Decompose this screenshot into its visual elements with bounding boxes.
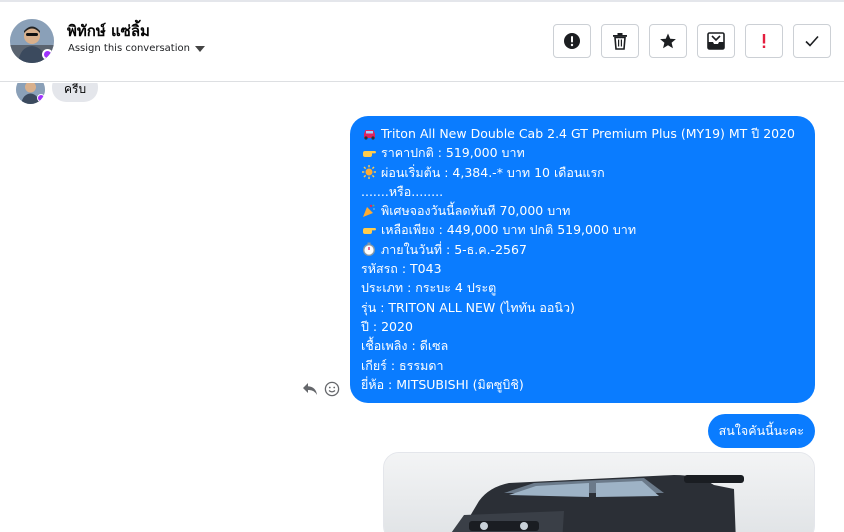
message-line: .......หรือ........ <box>361 182 805 201</box>
conversation-header: พิทักษ์ แซ่ลิ้ม Assign this conversation <box>0 0 844 82</box>
archive-icon <box>707 32 725 50</box>
message-line-text: เกียร์ : ธรรมดา <box>361 357 444 373</box>
message-line: ราคาปกติ : 519,000 บาท <box>361 143 805 162</box>
conversation-actions <box>553 24 831 58</box>
message-line: Triton All New Double Cab 2.4 GT Premium… <box>361 124 805 143</box>
message-line-text: ภายในวันที่ : 5-ธ.ค.-2567 <box>381 241 527 257</box>
message-line: เชื้อเพลิง : ดีเซล <box>361 336 805 355</box>
message-line-text: .......หรือ........ <box>361 183 444 199</box>
mark-done-button[interactable] <box>793 24 831 58</box>
star-button[interactable] <box>649 24 687 58</box>
incoming-message[interactable]: ครีบ <box>52 83 99 102</box>
mark-spam-button[interactable] <box>553 24 591 58</box>
messenger-badge-icon <box>37 94 45 102</box>
reply-icon[interactable] <box>302 382 318 396</box>
car-icon <box>361 127 377 141</box>
exclamation-icon <box>762 34 766 48</box>
assign-label: Assign this conversation <box>68 43 190 54</box>
message-line-text: ปี : 2020 <box>361 318 413 334</box>
checkmark-icon <box>805 35 819 47</box>
message-line: ภายในวันที่ : 5-ธ.ค.-2567 <box>361 240 805 259</box>
sun-icon <box>361 165 377 180</box>
message-line: ปี : 2020 <box>361 317 805 336</box>
pickup-truck-photo-icon <box>384 453 814 532</box>
message-line: ผ่อนเริ่มต้น : 4,384.-* บาท 10 เดือนแรก <box>361 163 805 182</box>
star-icon <box>660 33 676 49</box>
message-line-text: รุ่น : TRITON ALL NEW (ไททัน ออนิว) <box>361 299 575 315</box>
message-line-text: Triton All New Double Cab 2.4 GT Premium… <box>381 126 796 141</box>
pointing-hand-icon <box>361 223 377 237</box>
sender-avatar[interactable] <box>16 83 45 104</box>
message-line-text: ยี่ห้อ : MITSUBISHI (มิตซูบิชิ) <box>361 376 524 392</box>
contact-name[interactable]: พิทักษ์ แซ่ลิ้ม <box>67 19 150 43</box>
alert-circle-icon <box>564 33 580 49</box>
vehicle-photo-attachment[interactable] <box>383 452 815 532</box>
outgoing-message[interactable]: สนใจคันนี้นะคะ <box>707 414 815 448</box>
message-line: ประเภท : กระบะ 4 ประตู <box>361 278 805 297</box>
message-line-text: ผ่อนเริ่มต้น : 4,384.-* บาท 10 เดือนแรก <box>381 164 605 180</box>
assign-conversation-dropdown[interactable]: Assign this conversation <box>68 43 205 54</box>
message-thread[interactable]: ครีบ Triton All New Double Cab 2.4 GT Pr… <box>0 83 844 532</box>
delete-button[interactable] <box>601 24 639 58</box>
message-line-text: เหลือเพียง : 449,000 บาท ปกติ 519,000 บา… <box>381 222 637 238</box>
trash-icon <box>613 33 627 50</box>
outgoing-message-listing[interactable]: Triton All New Double Cab 2.4 GT Premium… <box>350 116 815 404</box>
message-line: รหัสรถ : T043 <box>361 259 805 278</box>
pointing-hand-icon <box>361 146 377 160</box>
message-line: เกียร์ : ธรรมดา <box>361 356 805 375</box>
smiley-reaction-icon[interactable] <box>324 381 340 397</box>
contact-avatar[interactable] <box>10 19 54 63</box>
message-line: ยี่ห้อ : MITSUBISHI (มิตซูบิชิ) <box>361 375 805 394</box>
message-line-text: เชื้อเพลิง : ดีเซล <box>361 338 449 354</box>
archive-button[interactable] <box>697 24 735 58</box>
message-line-text: ประเภท : กระบะ 4 ประตู <box>361 280 497 296</box>
party-popper-icon <box>361 204 377 218</box>
message-line: พิเศษจองวันนี้ลดทันที 70,000 บาท <box>361 201 805 220</box>
stopwatch-icon <box>361 242 377 257</box>
message-hover-actions <box>302 381 340 397</box>
message-line-text: ราคาปกติ : 519,000 บาท <box>381 145 525 161</box>
message-line-text: รหัสรถ : T043 <box>361 261 442 277</box>
message-line: เหลือเพียง : 449,000 บาท ปกติ 519,000 บา… <box>361 220 805 239</box>
chevron-down-icon <box>194 45 205 52</box>
flag-button[interactable] <box>745 24 783 58</box>
message-line-text: พิเศษจองวันนี้ลดทันที 70,000 บาท <box>381 203 571 219</box>
message-line: รุ่น : TRITON ALL NEW (ไททัน ออนิว) <box>361 298 805 317</box>
messenger-badge-icon <box>42 49 53 60</box>
top-divider <box>0 0 844 2</box>
